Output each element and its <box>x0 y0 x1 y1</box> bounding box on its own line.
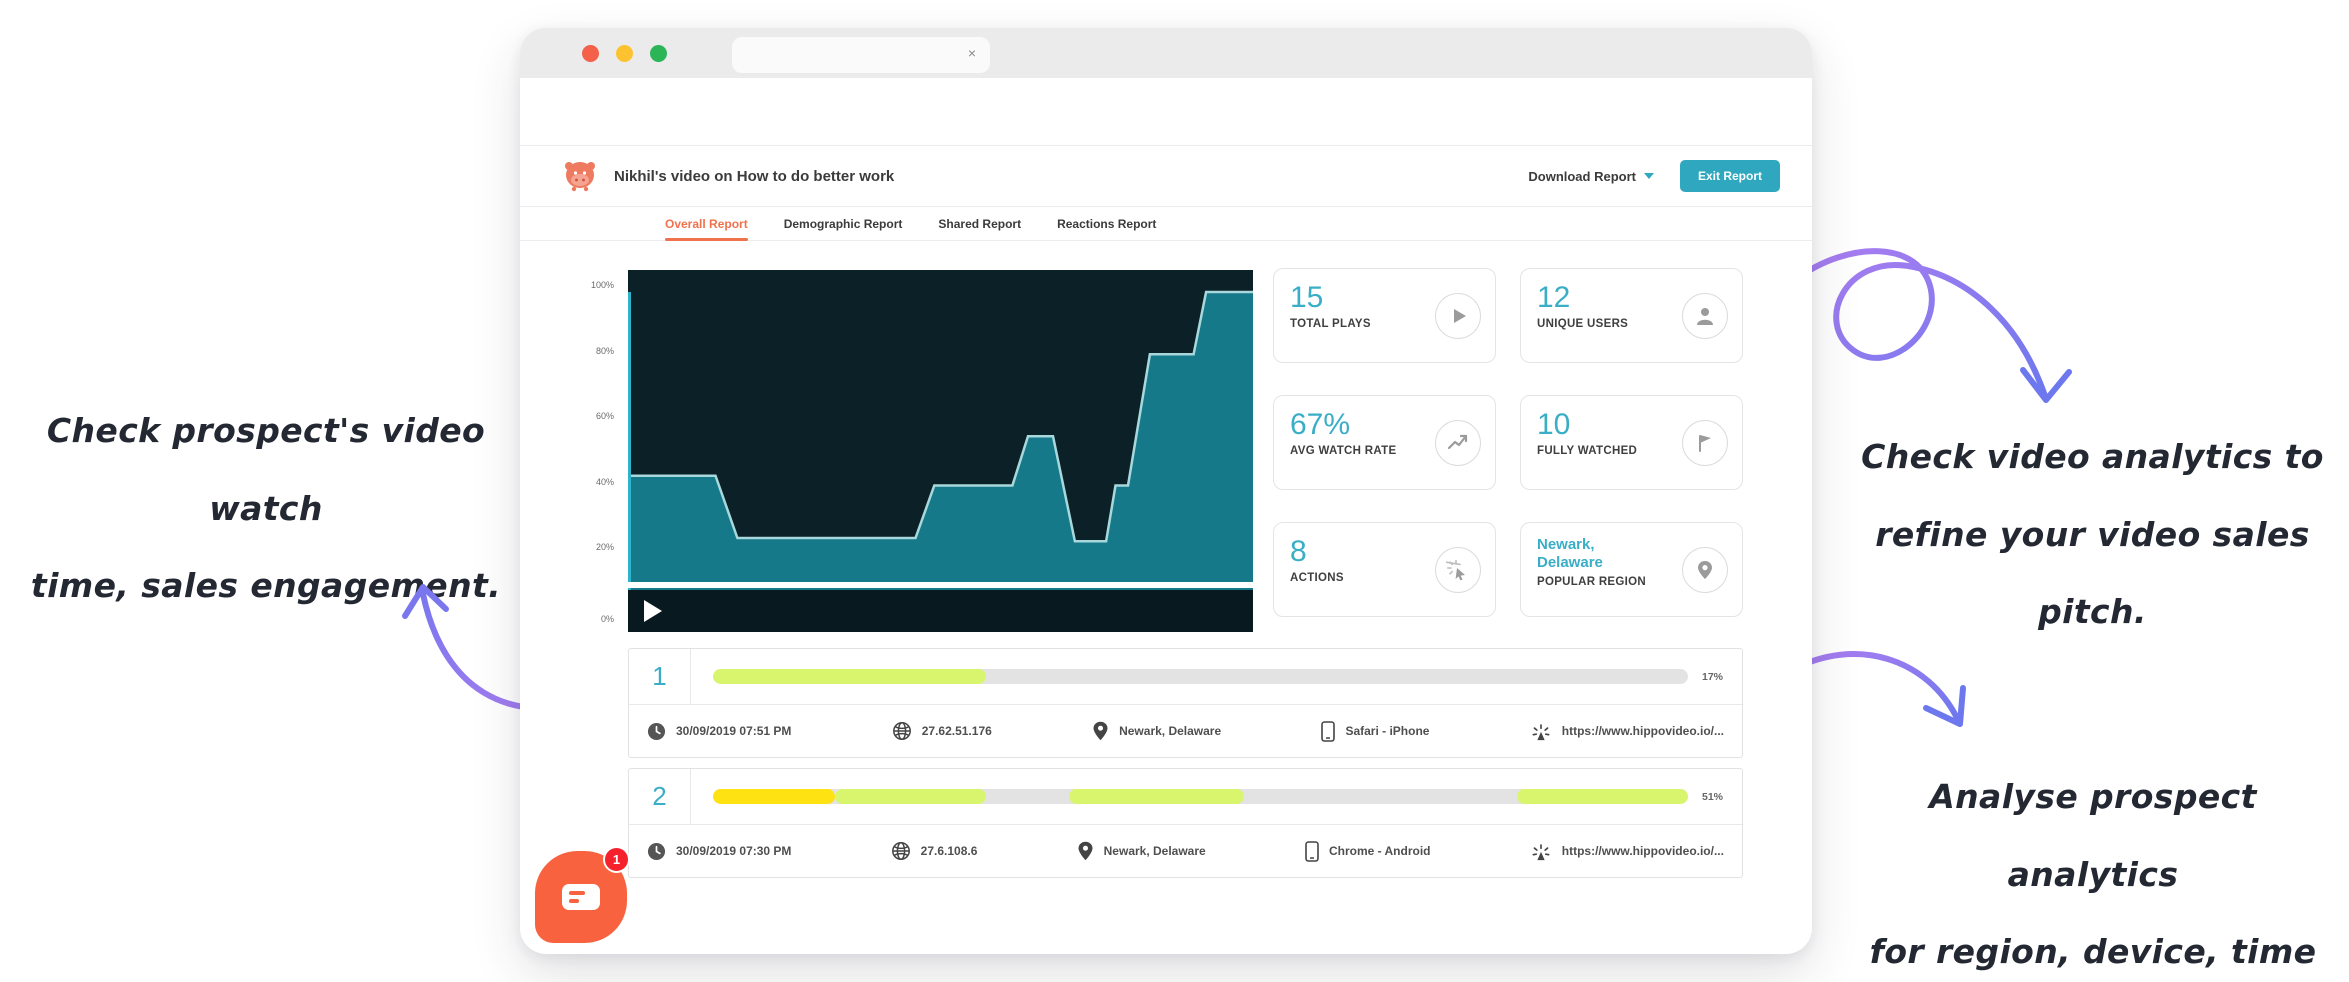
click-icon <box>1446 558 1470 582</box>
prospect-1-watch-percent: 17% <box>1702 671 1742 683</box>
chat-notification-badge: 1 <box>603 846 630 873</box>
popular-region-value: Newark, Delaware <box>1537 536 1637 572</box>
prospect-2-ip: 27.6.108.6 <box>891 841 978 861</box>
video-controls-bar <box>628 590 1253 632</box>
y-tick-80: 80% <box>566 346 614 356</box>
prospect-1-referrer: https://www.hippovideo.io/... <box>1530 720 1724 742</box>
annotation-bottom-right-line1: Analyse prospect analytics <box>1838 758 2348 913</box>
video-player-heatmap[interactable] <box>628 270 1253 632</box>
smartphone-icon <box>1321 721 1335 742</box>
prospect-1-device: Safari - iPhone <box>1321 721 1429 742</box>
prospect-2-location: Newark, Delaware <box>1077 841 1206 861</box>
prospect-1-time: 30/09/2019 07:51 PM <box>647 722 791 741</box>
report-tabs: Overall Report Demographic Report Shared… <box>520 207 1812 241</box>
tab-reactions-report[interactable]: Reactions Report <box>1057 207 1156 240</box>
chat-widget-button[interactable]: 1 <box>535 851 627 943</box>
stat-card-avg-watch-rate: 67% AVG WATCH RATE <box>1273 395 1496 490</box>
prospect-row-1[interactable]: 1 17% 30/09/2019 07:51 PM 27.62.51.176 <box>628 648 1743 758</box>
clock-icon <box>647 842 666 861</box>
stat-card-popular-region: Newark, Delaware POPULAR REGION <box>1520 522 1743 617</box>
y-tick-0: 0% <box>566 614 614 624</box>
fully-watched-label: FULLY WATCHED <box>1537 444 1655 458</box>
video-report-title: Nikhil's video on How to do better work <box>614 168 894 185</box>
prospect-2-watch-percent: 51% <box>1702 791 1742 803</box>
location-pin-icon <box>1092 721 1109 741</box>
browser-chrome-bar: × <box>520 28 1812 78</box>
y-tick-100: 100% <box>566 280 614 290</box>
location-pin-icon <box>1694 559 1716 581</box>
play-circle-icon <box>1447 305 1469 327</box>
annotation-bottom-right-line2: for region, device, time etc. <box>1838 913 2348 982</box>
y-tick-20: 20% <box>566 542 614 552</box>
watch-rate-area-chart <box>628 270 1253 632</box>
tab-shared-report[interactable]: Shared Report <box>938 207 1021 240</box>
beacon-icon <box>1530 720 1552 742</box>
browser-window: × Nikhil's video on How to do better wor… <box>520 28 1812 954</box>
prospect-2-device: Chrome - Android <box>1305 841 1431 862</box>
popular-region-label: POPULAR REGION <box>1537 575 1655 589</box>
download-report-label: Download Report <box>1528 169 1636 184</box>
smartphone-icon <box>1305 841 1319 862</box>
avg-watch-rate-label: AVG WATCH RATE <box>1290 444 1408 458</box>
report-header: Nikhil's video on How to do better work … <box>520 145 1812 207</box>
prospect-2-referrer: https://www.hippovideo.io/... <box>1530 840 1724 862</box>
unique-users-label: UNIQUE USERS <box>1537 317 1655 331</box>
browser-tab[interactable]: × <box>732 37 990 73</box>
annotation-top-right: Check video analytics to refine your vid… <box>1836 418 2349 651</box>
curved-arrow-bottom-right-icon <box>1788 642 1988 752</box>
annotation-top-right-line1: Check video analytics to <box>1836 418 2349 496</box>
chat-bubble-icon <box>562 884 600 910</box>
y-tick-40: 40% <box>566 477 614 487</box>
chevron-down-icon <box>1644 173 1654 179</box>
prospect-row-2[interactable]: 2 51% 30/09/2019 07:30 PM 27.6.108.6 <box>628 768 1743 878</box>
stat-card-actions: 8 ACTIONS <box>1273 522 1496 617</box>
y-tick-60: 60% <box>566 411 614 421</box>
stats-grid: 15 TOTAL PLAYS 12 UNIQUE USERS 67% AVG W… <box>1273 268 1743 617</box>
user-icon <box>1694 305 1716 327</box>
prospect-2-index: 2 <box>629 769 691 824</box>
annotation-top-right-line2: refine your video sales pitch. <box>1836 496 2349 651</box>
actions-label: ACTIONS <box>1290 571 1408 585</box>
prospect-2-watch-bar <box>713 789 1688 804</box>
play-button[interactable] <box>644 600 662 622</box>
download-report-dropdown[interactable]: Download Report <box>1528 169 1654 184</box>
close-window-button[interactable] <box>582 45 599 62</box>
tab-demographic-report[interactable]: Demographic Report <box>784 207 903 240</box>
beacon-icon <box>1530 840 1552 862</box>
maximize-window-button[interactable] <box>650 45 667 62</box>
stat-card-total-plays: 15 TOTAL PLAYS <box>1273 268 1496 363</box>
flag-icon <box>1694 432 1716 454</box>
minimize-window-button[interactable] <box>616 45 633 62</box>
hippo-logo-icon <box>562 160 598 192</box>
stat-card-unique-users: 12 UNIQUE USERS <box>1520 268 1743 363</box>
prospect-1-ip: 27.62.51.176 <box>892 721 992 741</box>
annotation-bottom-right: Analyse prospect analytics for region, d… <box>1838 758 2348 982</box>
trend-icon <box>1446 431 1470 455</box>
prospect-1-location: Newark, Delaware <box>1092 721 1221 741</box>
prospect-1-watch-bar <box>713 669 1688 684</box>
prospect-2-time: 30/09/2019 07:30 PM <box>647 842 791 861</box>
prospect-1-index: 1 <box>629 649 691 704</box>
exit-report-button[interactable]: Exit Report <box>1680 160 1780 192</box>
video-scrubber[interactable] <box>628 582 1253 588</box>
tab-overall-report[interactable]: Overall Report <box>665 207 748 240</box>
location-pin-icon <box>1077 841 1094 861</box>
tab-close-icon[interactable]: × <box>968 45 976 61</box>
globe-icon <box>892 721 912 741</box>
total-plays-label: TOTAL PLAYS <box>1290 317 1408 331</box>
page: Check prospect's video watch time, sales… <box>0 0 2349 982</box>
stat-card-fully-watched: 10 FULLY WATCHED <box>1520 395 1743 490</box>
clock-icon <box>647 722 666 741</box>
annotation-left-line1: Check prospect's video watch <box>4 392 528 547</box>
globe-icon <box>891 841 911 861</box>
